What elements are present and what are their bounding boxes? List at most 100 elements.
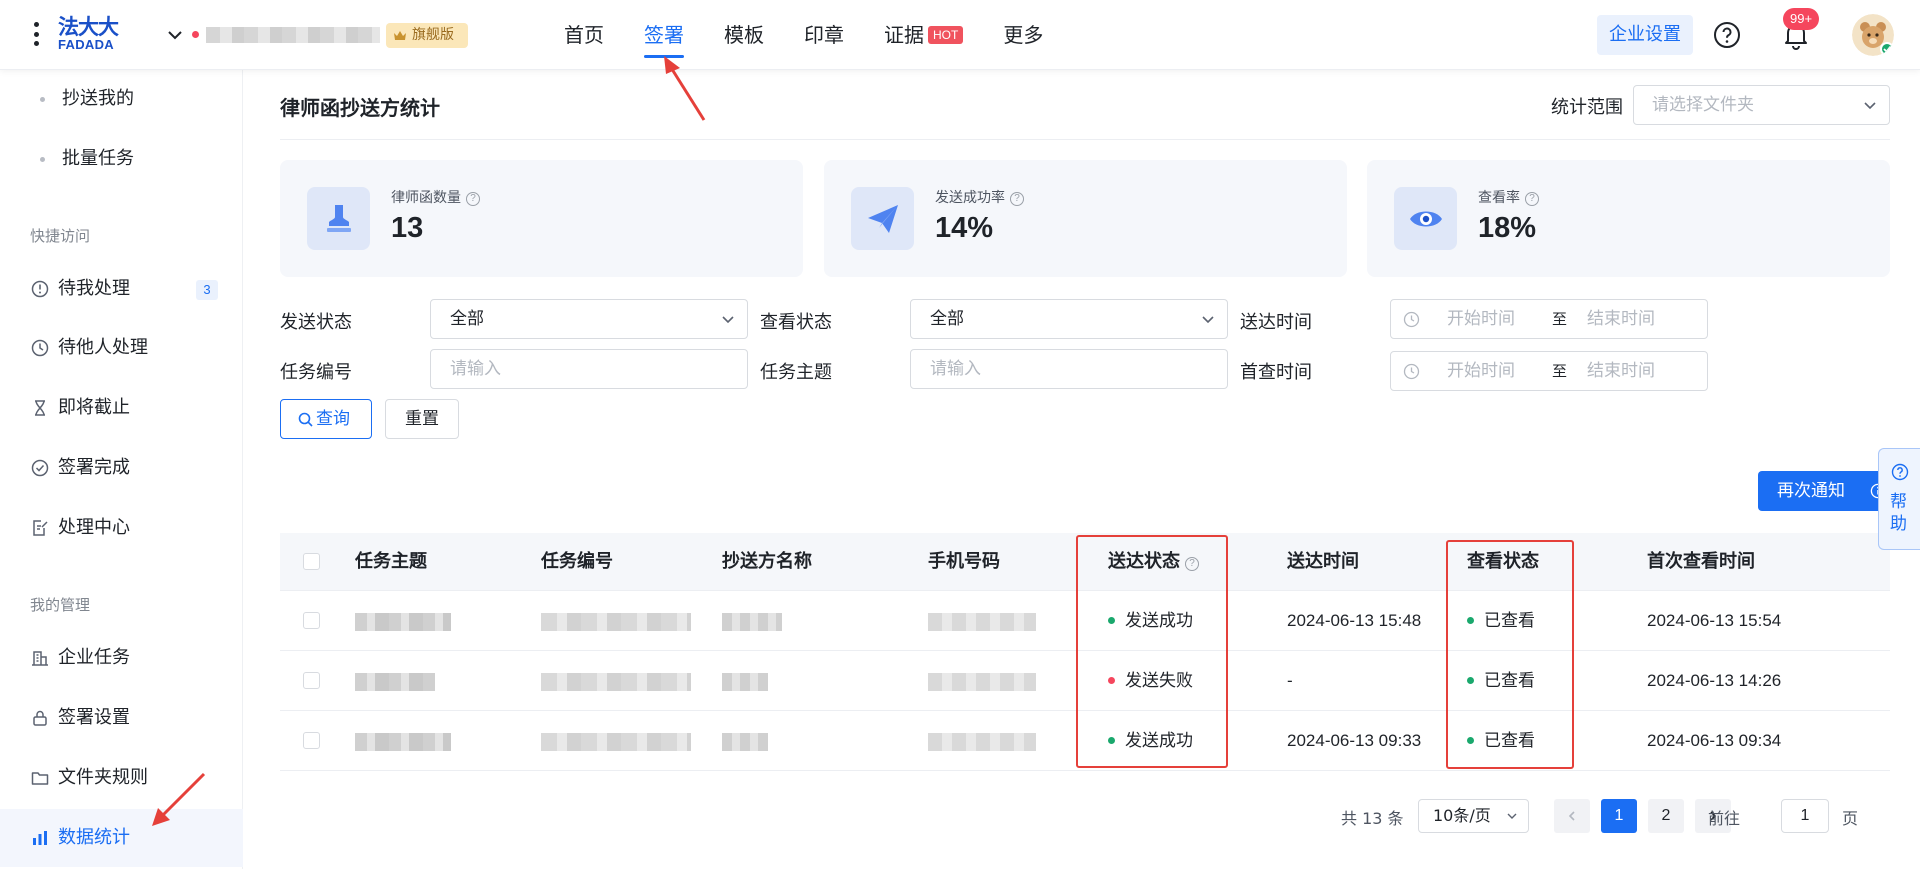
first-view-time: 2024-06-13 15:54 (1647, 611, 1782, 630)
row-checkbox[interactable] (303, 732, 320, 749)
question-icon[interactable]: ? (1010, 192, 1024, 206)
renotify-button[interactable]: 再次通知 (1758, 471, 1890, 511)
nav-sign[interactable]: 签署 (644, 0, 684, 70)
chevron-down-icon (1507, 813, 1517, 819)
select-all-checkbox[interactable] (303, 553, 320, 570)
page-title: 律师函抄送方统计 (280, 96, 440, 120)
col-first-view-time: 首次查看时间 (1647, 551, 1755, 572)
eye-icon (1410, 211, 1442, 227)
delivery-time: 2024-06-13 15:48 (1287, 611, 1422, 630)
nav-seals[interactable]: 印章 (804, 0, 844, 70)
folder-icon (31, 772, 49, 785)
check-circle-icon (31, 459, 49, 477)
edition-badge: 旗舰版 (386, 23, 468, 48)
view-status-label: 查看状态 (760, 312, 832, 333)
clock-icon (1403, 311, 1420, 328)
col-task-no: 任务编号 (541, 551, 613, 572)
table-row[interactable]: 发送成功 2024-06-13 15:48 已查看 2024-06-13 15:… (280, 591, 1890, 651)
chevron-left-icon (1568, 811, 1575, 821)
goto-page-input[interactable]: 1 (1781, 799, 1829, 833)
sidebar-item-sign-settings[interactable]: 签署设置 (0, 689, 243, 747)
sidebar-item-data-stats[interactable]: 数据统计 (0, 809, 243, 867)
clock-alert-icon (31, 280, 49, 298)
quick-access-heading: 快捷访问 (30, 227, 91, 245)
user-avatar[interactable] (1852, 14, 1894, 56)
sidebar-item-process-center[interactable]: 处理中心 (0, 499, 243, 557)
status-dot (1467, 737, 1474, 744)
app-menu-icon[interactable] (28, 18, 44, 50)
task-no-label: 任务编号 (280, 362, 352, 383)
chevron-down-icon (1202, 316, 1214, 324)
row-checkbox[interactable] (303, 672, 320, 689)
status-dot (1108, 737, 1115, 744)
first-view-time-range-picker[interactable]: 开始时间 至 结束时间 (1390, 351, 1708, 391)
view-status-select[interactable]: 全部 (910, 299, 1228, 339)
page-1-button[interactable]: 1 (1601, 799, 1637, 833)
cc-name-redacted (722, 613, 782, 631)
status-dot (1467, 617, 1474, 624)
nav-home[interactable]: 首页 (564, 0, 604, 70)
nav-evidence[interactable]: 证据 HOT (884, 0, 964, 70)
main-nav: 首页 签署 模板 印章 证据 HOT 更多 (564, 0, 1083, 70)
question-icon[interactable]: ? (1525, 192, 1539, 206)
scope-folder-select[interactable]: 请选择文件夹 (1633, 85, 1890, 125)
nav-more[interactable]: 更多 (1003, 0, 1043, 70)
table-header: 任务主题 任务编号 抄送方名称 手机号码 送达状态? 送达时间 查看状态 首次查… (280, 533, 1890, 591)
stat-value: 13 (391, 212, 424, 244)
sidebar-item-cc-me[interactable]: 抄送我的 (0, 70, 243, 128)
row-checkbox[interactable] (303, 612, 320, 629)
sidebar-item-pending-others[interactable]: 待他人处理 (0, 319, 243, 377)
stat-value: 18% (1478, 212, 1537, 244)
crown-icon (394, 31, 406, 40)
send-status-label: 发送状态 (280, 312, 352, 333)
management-heading: 我的管理 (30, 596, 91, 614)
delivery-time: - (1287, 671, 1293, 690)
stat-card-send-rate: 发送成功率? 14% (824, 160, 1347, 277)
fadada-logo[interactable]: 法大大 FADADA (58, 16, 122, 52)
sidebar-item-pending-me[interactable]: 待我处理 3 (0, 260, 243, 318)
org-name-redacted[interactable] (206, 27, 380, 43)
top-navbar: 法大大 FADADA 旗舰版 首页 签署 模板 印章 证据 HOT 更多 企业设置… (0, 0, 1920, 70)
stat-value: 14% (935, 212, 994, 244)
question-icon[interactable]: ? (466, 192, 480, 206)
task-subject-label: 任务主题 (760, 362, 832, 383)
help-dock[interactable]: 帮助 (1878, 448, 1920, 550)
task-subject-input[interactable]: 请输入 (910, 349, 1228, 389)
reset-button[interactable]: 重置 (385, 399, 459, 439)
chevron-down-icon (1864, 102, 1876, 110)
col-task-subject: 任务主题 (355, 551, 427, 572)
sidebar-item-enterprise-tasks[interactable]: 企业任务 (0, 629, 243, 687)
phone-redacted (928, 733, 1036, 751)
sidebar-item-folder-rules[interactable]: 文件夹规则 (0, 749, 243, 807)
sidebar-item-completed[interactable]: 签署完成 (0, 439, 243, 497)
table-row[interactable]: 发送成功 2024-06-13 09:33 已查看 2024-06-13 09:… (280, 711, 1890, 771)
stat-card-letter-count: 律师函数量? 13 (280, 160, 803, 277)
table-row[interactable]: 发送失败 - 已查看 2024-06-13 14:26 (280, 651, 1890, 711)
page-size-select[interactable]: 10条/页 (1418, 799, 1529, 833)
org-switch-chevron-down-icon[interactable] (166, 26, 184, 44)
pagination-total: 共 13 条 (1341, 809, 1404, 828)
task-no-input[interactable]: 请输入 (430, 349, 748, 389)
sidebar-item-batch-tasks[interactable]: 批量任务 (0, 130, 243, 188)
sidebar-item-due-soon[interactable]: 即将截止 (0, 379, 243, 437)
help-circle-icon[interactable] (1713, 21, 1741, 49)
paper-plane-icon (868, 205, 898, 233)
delivery-time-range-picker[interactable]: 开始时间 至 结束时间 (1390, 299, 1708, 339)
task-no-redacted (541, 673, 691, 691)
page-unit-label: 页 (1842, 809, 1859, 828)
page-2-button[interactable]: 2 (1648, 799, 1684, 833)
col-phone: 手机号码 (928, 551, 1000, 572)
hourglass-icon (35, 400, 45, 416)
prev-page-button[interactable] (1554, 799, 1590, 833)
first-view-time: 2024-06-13 14:26 (1647, 671, 1782, 690)
enterprise-settings-button[interactable]: 企业设置 (1597, 15, 1693, 55)
title-divider (280, 139, 1890, 140)
delivery-status: 发送成功 (1108, 591, 1193, 651)
nav-templates[interactable]: 模板 (724, 0, 764, 70)
send-status-select[interactable]: 全部 (430, 299, 748, 339)
chevron-down-icon (722, 316, 734, 324)
question-icon[interactable]: ? (1185, 557, 1199, 571)
task-subject-redacted (355, 733, 451, 751)
phone-redacted (928, 613, 1036, 631)
query-button[interactable]: 查询 (280, 399, 372, 439)
